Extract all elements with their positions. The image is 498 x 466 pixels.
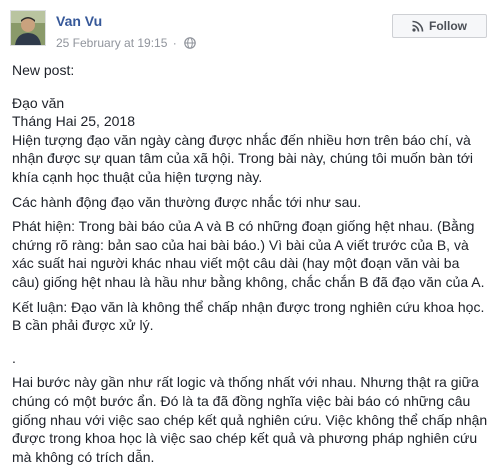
author-avatar[interactable]: [10, 10, 46, 46]
meta-separator: ·: [172, 36, 177, 50]
paragraph-analysis: Hai bước này gần như rất logic và thống …: [12, 374, 488, 465]
paragraph-actions: Các hành động đạo văn thường được nhắc t…: [12, 193, 362, 210]
post-header: Van Vu 25 February at 19:15 · Follow: [0, 0, 498, 52]
post-body: New post: Đạo văn Tháng Hai 25, 2018 Hiệ…: [12, 61, 490, 466]
post-timestamp[interactable]: 25 February at 19:15: [56, 36, 167, 50]
author-name-link[interactable]: Van Vu: [56, 13, 102, 29]
post-meta: 25 February at 19:15 ·: [56, 36, 196, 50]
follow-label: Follow: [429, 19, 467, 33]
follow-button[interactable]: Follow: [392, 14, 487, 38]
paragraph-intro: Hiện tượng đạo văn ngày càng được nhắc đ…: [12, 131, 474, 185]
globe-icon[interactable]: [184, 37, 196, 49]
paragraph-discovery: Phát hiện: Trong bài báo của A và B có n…: [12, 218, 485, 290]
article-title: Đạo văn: [12, 94, 65, 111]
paragraph-conclusion: Kết luận: Đạo văn là không thể chấp nhận…: [12, 298, 485, 334]
post-intro: New post:: [12, 62, 75, 78]
paragraph-dot: .: [12, 349, 16, 366]
rss-icon: [412, 20, 424, 32]
article-date: Tháng Hai 25, 2018: [12, 113, 135, 130]
profile-photo-icon: [11, 11, 45, 45]
